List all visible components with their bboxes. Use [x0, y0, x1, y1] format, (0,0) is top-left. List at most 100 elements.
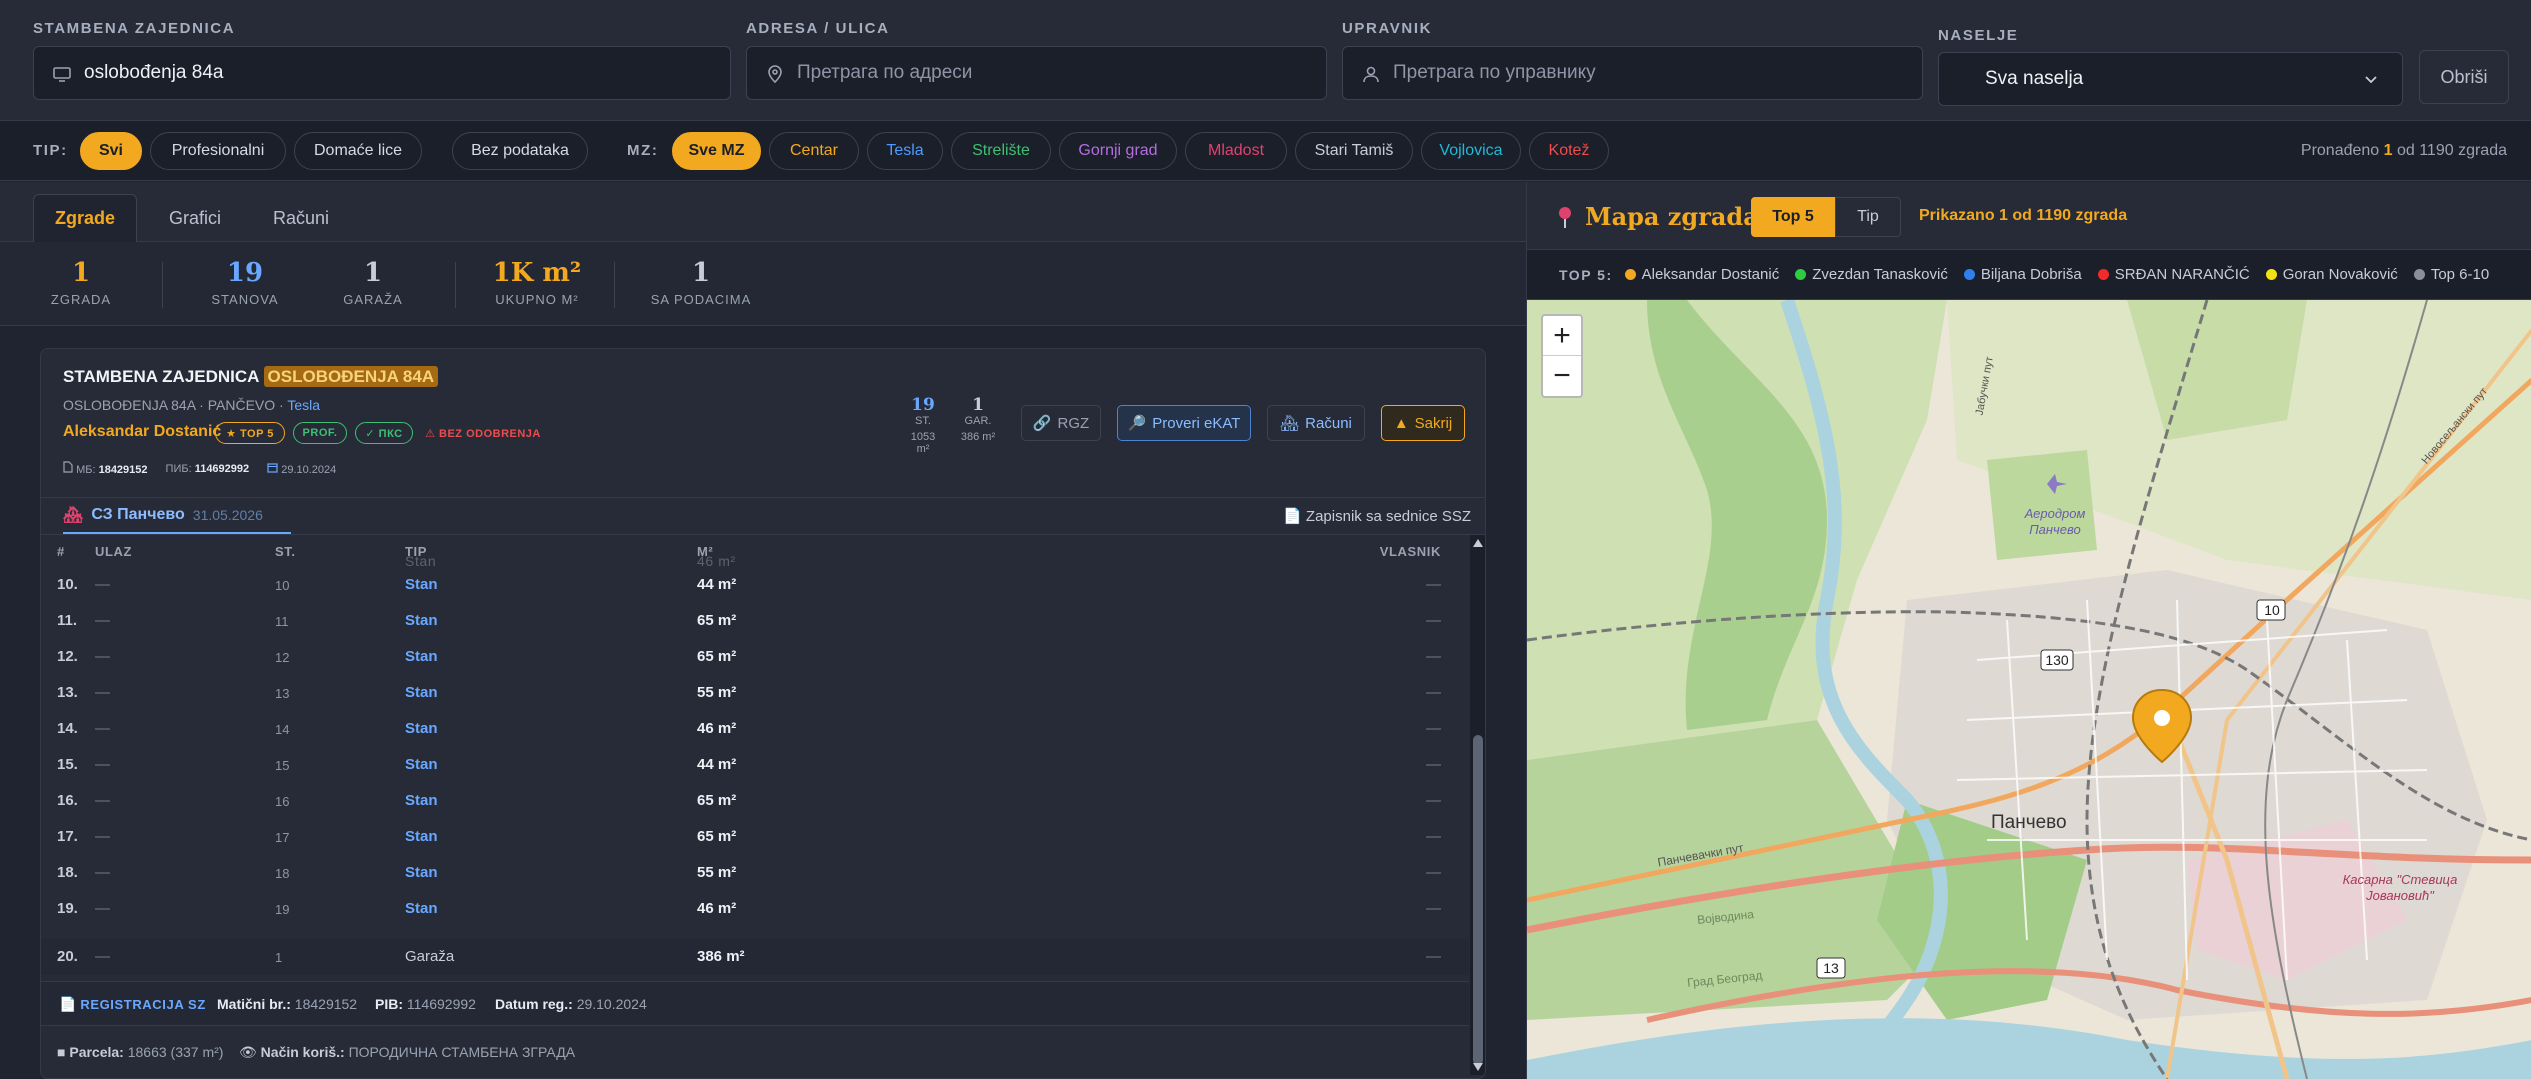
mb-field: МБ: 18429152 — [63, 461, 148, 476]
ekat-button[interactable]: 🔎 Proveri eKAT — [1117, 405, 1251, 441]
card-stat-apartments: 19 ST. 1053 m² — [910, 395, 936, 455]
manager-placeholder: Претрага по управнику — [1393, 62, 1596, 83]
header-vlasnik: VLASNIK — [1379, 544, 1441, 559]
stat-with-data: 1 SA PODACIMA — [650, 258, 752, 307]
pin-icon — [1559, 206, 1571, 228]
manager-label: UPRAVNIK — [1342, 20, 1433, 37]
subtab-sz-pancevo[interactable]: 🏘 СЗ Панчево 31.05.2026 — [63, 498, 291, 534]
building-icon: 🏘 — [1280, 415, 1300, 432]
community-meta: МБ: 18429152 ПИБ: 114692992 29.10.2024 — [63, 461, 336, 476]
scrollbar-thumb[interactable] — [1473, 735, 1483, 1065]
legend-item: Aleksandar Dostanić — [1624, 266, 1779, 283]
map-canvas[interactable]: 10 130 13 Панчево Аеродром Панчево Касар… — [1527, 300, 2531, 1079]
warning-icon: ▲ — [1393, 414, 1409, 432]
table-row[interactable]: 14. —14 Stan 46 m² — — [41, 711, 1469, 747]
manager-search-input[interactable]: Претрага по управнику — [1342, 46, 1923, 100]
table-row[interactable]: 15. —15 Stan 44 m² — — [41, 747, 1469, 783]
map-city-label: Панчево — [1991, 812, 2067, 833]
registration-mb: Matični br.: 18429152 — [217, 996, 358, 1012]
road-label-130: 130 — [2045, 652, 2069, 668]
eye-icon: 👁 — [239, 1044, 257, 1060]
filter-bar: TIP: Svi Profesionalni Domaće lice Bez p… — [0, 121, 2531, 181]
map-airport-label: Аеродром Панчево — [2024, 506, 2086, 537]
minutes-link[interactable]: 📄 Zapisnik sa sednice SSZ — [1283, 507, 1471, 525]
community-manager[interactable]: Aleksandar Dostanić — [63, 423, 221, 441]
hide-button[interactable]: ▲ Sakrij — [1381, 405, 1465, 441]
legend-item: SRĐAN NARANČIĆ — [2097, 266, 2250, 283]
search-bar: STAMBENA ZAJEDNICA oslobođenja 84a ADRES… — [0, 0, 2531, 121]
mz-chip-kotez[interactable]: Kotež — [1529, 132, 1609, 170]
pib-field: ПИБ: 114692992 — [165, 462, 250, 475]
tab-racuni[interactable]: Računi — [256, 194, 346, 242]
units-table-header: # ULAZ ST. TIP Stan M² 46 m² VLASNIK — [41, 535, 1469, 569]
header-st: ST. — [275, 544, 296, 559]
zoom-in-button[interactable]: + — [1543, 316, 1581, 356]
mz-chip-vojlovica[interactable]: Vojlovica — [1421, 132, 1521, 170]
rgz-button[interactable]: 🔗 RGZ — [1021, 405, 1101, 441]
settlement-select[interactable]: Sva naselja — [1938, 52, 2403, 106]
zoom-out-button[interactable]: − — [1543, 356, 1581, 396]
map-tab-tip[interactable]: Tip — [1835, 197, 1901, 237]
stat-apartments: 19 STANOVA — [211, 258, 279, 307]
document-icon: 📄 — [59, 996, 77, 1012]
address-search-input[interactable]: Претрага по адреси — [746, 46, 1327, 100]
map-title: Mapa zgrada — [1555, 202, 1759, 231]
usage-info: 👁 Način koriš.: ПОРОДИЧНА СТАМБЕНА ЗГРАД… — [239, 1044, 576, 1060]
map-tiles — [1527, 300, 2531, 1079]
community-mz-link[interactable]: Tesla — [287, 397, 320, 413]
stat-garages: 1 GARAŽA — [343, 258, 403, 307]
tip-chip-bez-podataka[interactable]: Bez podataka — [452, 132, 588, 170]
registration-pib: PIB: 114692992 — [375, 996, 476, 1012]
settlement-label: NASELJE — [1938, 27, 2019, 44]
map-panel: Mapa zgrada Top 5 Tip Prikazano 1 od 119… — [1526, 182, 2531, 1079]
community-search-input[interactable]: oslobođenja 84a — [33, 46, 731, 100]
table-row[interactable]: 16. —16 Stan 65 m² — — [41, 783, 1469, 819]
table-row[interactable]: 19. —19 Stan 46 m² — — [41, 891, 1469, 927]
legend-item: Top 6-10 — [2413, 266, 2489, 283]
tip-chip-svi[interactable]: Svi — [80, 132, 142, 170]
header-ulaz: ULAZ — [95, 544, 133, 559]
tip-chip-profesionalni[interactable]: Profesionalni — [150, 132, 286, 170]
card-subtabs: 🏘 СЗ Панчево 31.05.2026 📄 Zapisnik sa sedn… — [41, 497, 1485, 535]
mz-chip-streliste[interactable]: Strelište — [951, 132, 1051, 170]
clear-button[interactable]: Obriši — [2419, 50, 2509, 104]
stat-total-area: 1K m² UKUPNO M² — [492, 258, 582, 307]
table-row[interactable]: 11. —11 Stan 65 m² — — [41, 603, 1469, 639]
mz-chip-centar[interactable]: Centar — [769, 132, 859, 170]
table-row[interactable]: 17. —17 Stan 65 m² — — [41, 819, 1469, 855]
table-row[interactable]: 12. —12 Stan 65 m² — — [41, 639, 1469, 675]
date-field: 29.10.2024 — [267, 462, 336, 476]
building-icon: 🏘 — [63, 507, 84, 524]
tab-zgrade[interactable]: Zgrade — [33, 194, 137, 242]
link-icon: 🔗 — [1032, 415, 1052, 432]
registration-strip: 📄 REGISTRACIJA SZ Matični br.: 18429152 … — [41, 981, 1469, 1025]
tip-chip-domace-lice[interactable]: Domaće lice — [294, 132, 422, 170]
mz-chip-gornji-grad[interactable]: Gornji grad — [1059, 132, 1177, 170]
tab-grafici[interactable]: Grafici — [150, 194, 240, 242]
table-row[interactable]: 10. —10 Stan 44 m² — — [41, 567, 1469, 603]
table-row-garage[interactable]: 20. —1 Garaža 386 m² — — [41, 939, 1469, 975]
map-tab-top5[interactable]: Top 5 — [1751, 197, 1835, 237]
legend-title: TOP 5: — [1559, 266, 1613, 283]
parcel-info: ■ Parcela: 18663 (337 m²) — [57, 1044, 224, 1060]
mz-chip-tesla[interactable]: Tesla — [867, 132, 943, 170]
table-scrollbar[interactable] — [1470, 535, 1485, 1075]
community-address: OSLOBOĐENJA 84A · PANČEVO · Tesla — [63, 397, 321, 413]
scroll-down-icon — [1473, 1063, 1483, 1071]
map-shown-count: Prikazano 1 od 1190 zgrada — [1919, 207, 2128, 224]
community-search-value: oslobođenja 84a — [84, 62, 224, 83]
tip-filter-label: TIP: — [33, 142, 68, 159]
location-pin-icon — [768, 65, 782, 84]
mz-chip-stari-tamis[interactable]: Stari Tamiš — [1295, 132, 1413, 170]
table-row[interactable]: 18. —18 Stan 55 m² — — [41, 855, 1469, 891]
search-icon: 🔎 — [1127, 415, 1147, 432]
mz-chip-mladost[interactable]: Mladost — [1185, 132, 1287, 170]
calendar-icon — [267, 462, 278, 473]
mz-chip-sve[interactable]: Sve MZ — [672, 132, 761, 170]
top5-badge: ★ TOP 5 — [215, 422, 285, 444]
racuni-button[interactable]: 🏘 Računi — [1267, 405, 1365, 441]
road-label-13: 13 — [1823, 960, 1839, 976]
stat-buildings: 1 ZGRADA — [50, 258, 112, 307]
table-row[interactable]: 13. —13 Stan 55 m² — — [41, 675, 1469, 711]
no-approval-badge: ⚠ BEZ ODOBRENJA — [425, 427, 541, 440]
